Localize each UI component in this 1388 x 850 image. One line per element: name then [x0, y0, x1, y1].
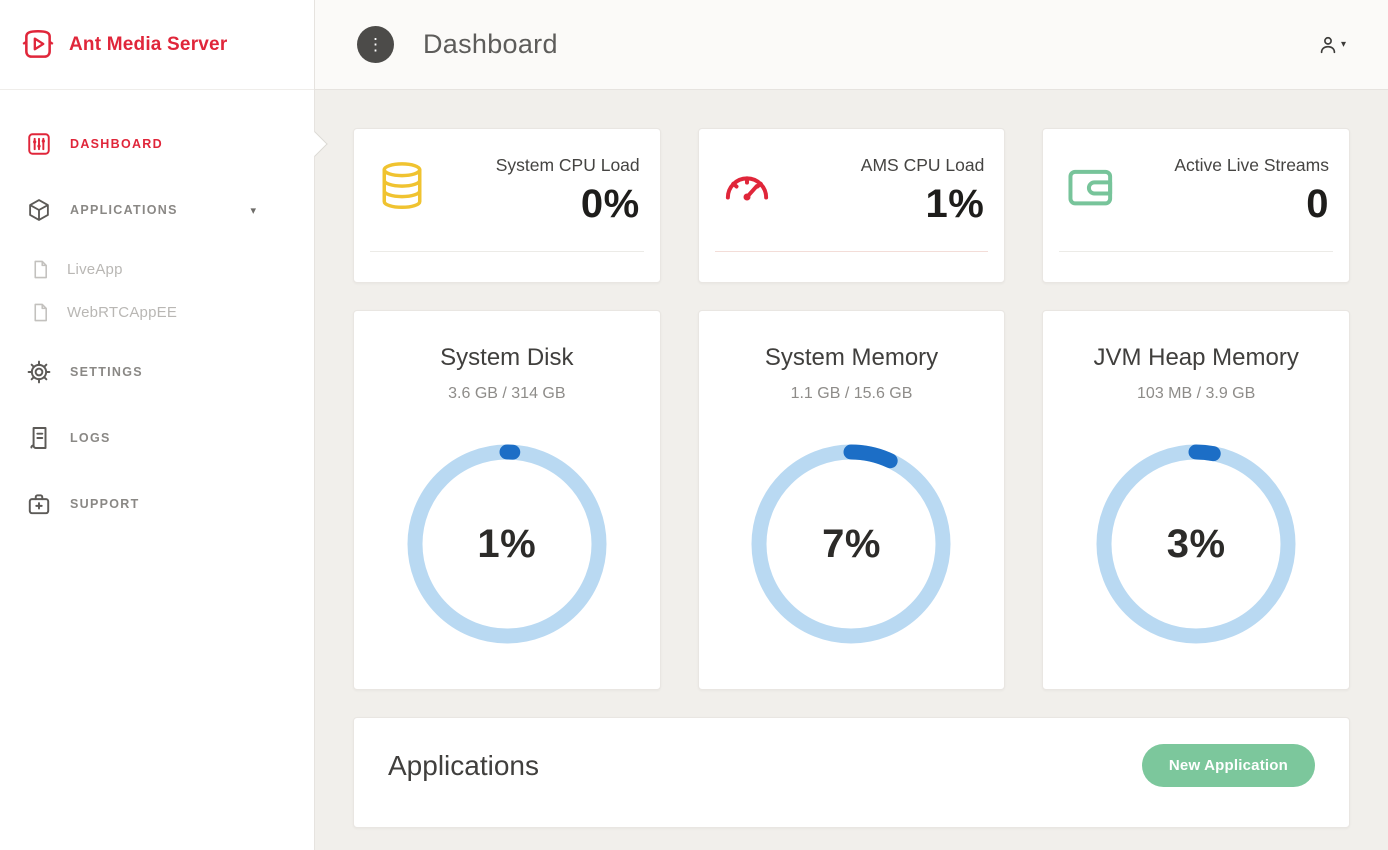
- chevron-down-icon: ▾: [1341, 39, 1346, 50]
- gauge-donut: 1%: [402, 439, 612, 649]
- sidebar-item-logs[interactable]: LOGS: [0, 410, 314, 466]
- gauge-icon: [719, 159, 775, 220]
- applications-icon: [26, 197, 52, 223]
- gauge-title: System Disk: [374, 344, 640, 372]
- sidebar-item-dashboard[interactable]: DASHBOARD: [0, 116, 314, 172]
- chevron-down-icon: ▾: [250, 204, 256, 217]
- gauge-card-system-memory: System Memory 1.1 GB / 15.6 GB 7%: [698, 310, 1006, 690]
- stat-value: 0%: [430, 182, 640, 227]
- gauge-donut: 3%: [1091, 439, 1301, 649]
- file-icon: [30, 302, 51, 323]
- brand[interactable]: Ant Media Server: [0, 0, 314, 90]
- gauge-subtitle: 1.1 GB / 15.6 GB: [719, 385, 985, 403]
- gauge-percent: 1%: [402, 439, 612, 649]
- stat-card-active-live-streams: Active Live Streams 0: [1042, 128, 1350, 283]
- stat-title: System CPU Load: [430, 153, 640, 178]
- sidebar-nav: DASHBOARD APPLICATIONS ▾ LiveApp: [0, 90, 314, 532]
- wallet-icon: [1063, 159, 1119, 220]
- divider: [370, 251, 644, 252]
- divider: [715, 251, 989, 252]
- new-application-button[interactable]: New Application: [1142, 744, 1315, 787]
- kebab-menu-icon: ⋮: [367, 36, 384, 53]
- gauge-title: JVM Heap Memory: [1063, 344, 1329, 372]
- gauge-subtitle: 103 MB / 3.9 GB: [1063, 385, 1329, 403]
- sidebar-item-label: LOGS: [70, 431, 111, 445]
- brand-title: Ant Media Server: [69, 34, 227, 56]
- gear-icon: [26, 359, 52, 385]
- kebab-menu-button[interactable]: ⋮: [357, 26, 394, 63]
- sidebar-item-support[interactable]: SUPPORT: [0, 476, 314, 532]
- ant-media-logo-icon: [20, 28, 56, 62]
- page-title: Dashboard: [423, 29, 558, 60]
- main-area: ⋮ Dashboard ▾: [315, 0, 1388, 850]
- divider: [1059, 251, 1333, 252]
- sidebar-item-liveapp[interactable]: LiveApp: [0, 248, 314, 291]
- sidebar-item-label: SETTINGS: [70, 365, 143, 379]
- database-icon: [374, 159, 430, 220]
- stat-card-system-cpu-load: System CPU Load 0%: [353, 128, 661, 283]
- gauge-percent: 3%: [1091, 439, 1301, 649]
- stat-value: 0: [1119, 182, 1329, 227]
- sidebar-item-label: LiveApp: [67, 261, 123, 278]
- sidebar-item-label: WebRTCAppEE: [67, 304, 177, 321]
- gauge-subtitle: 3.6 GB / 314 GB: [374, 385, 640, 403]
- gauge-donut: 7%: [746, 439, 956, 649]
- sidebar: Ant Media Server DASHBOARD: [0, 0, 315, 850]
- top-header: ⋮ Dashboard ▾: [315, 0, 1388, 90]
- user-icon: [1317, 34, 1339, 56]
- applications-panel-title: Applications: [388, 750, 539, 782]
- applications-panel: Applications New Application: [353, 717, 1350, 828]
- sidebar-item-label: SUPPORT: [70, 497, 140, 511]
- stats-row: System CPU Load 0%: [353, 128, 1350, 283]
- support-icon: [26, 491, 52, 517]
- dashboard-content: System CPU Load 0%: [315, 90, 1388, 850]
- gauges-row: System Disk 3.6 GB / 314 GB 1% System Me…: [353, 310, 1350, 690]
- gauge-card-system-disk: System Disk 3.6 GB / 314 GB 1%: [353, 310, 661, 690]
- gauge-percent: 7%: [746, 439, 956, 649]
- sidebar-item-label: DASHBOARD: [70, 137, 163, 151]
- sidebar-item-settings[interactable]: SETTINGS: [0, 344, 314, 400]
- sidebar-item-label: APPLICATIONS: [70, 203, 178, 217]
- stat-title: Active Live Streams: [1119, 153, 1329, 178]
- user-menu[interactable]: ▾: [1317, 34, 1346, 56]
- stat-value: 1%: [775, 182, 985, 227]
- gauge-title: System Memory: [719, 344, 985, 372]
- logs-icon: [26, 425, 52, 451]
- dashboard-icon: [26, 131, 52, 157]
- sidebar-item-webrtcappee[interactable]: WebRTCAppEE: [0, 291, 314, 334]
- gauge-card-jvm-heap-memory: JVM Heap Memory 103 MB / 3.9 GB 3%: [1042, 310, 1350, 690]
- sidebar-item-applications[interactable]: APPLICATIONS ▾: [0, 182, 314, 238]
- stat-card-ams-cpu-load: AMS CPU Load 1%: [698, 128, 1006, 283]
- file-icon: [30, 259, 51, 280]
- stat-title: AMS CPU Load: [775, 153, 985, 178]
